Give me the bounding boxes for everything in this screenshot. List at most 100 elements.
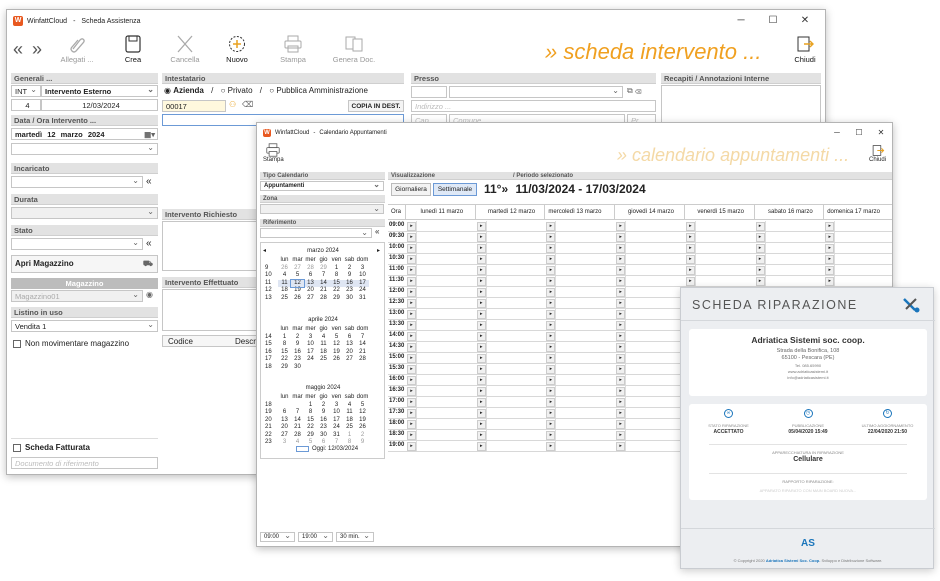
tipo-calendario-select[interactable]: Appuntamenti <box>260 180 384 191</box>
day-column-header[interactable]: venerdì 15 marzo <box>685 205 755 219</box>
day-cell[interactable]: 13 <box>304 279 317 287</box>
slot-add-button[interactable]: ▸ <box>825 233 835 242</box>
day-cell[interactable]: 9 <box>291 341 304 349</box>
day-cell[interactable]: 6 <box>343 334 356 342</box>
day-cell[interactable]: 4 <box>343 402 356 410</box>
day-cell[interactable]: 2 <box>356 432 369 440</box>
time-slot[interactable] <box>555 419 615 429</box>
zona-select[interactable] <box>260 203 384 214</box>
time-slot[interactable] <box>485 265 546 275</box>
day-cell[interactable]: 27 <box>343 356 356 364</box>
slot-add-button[interactable]: ▸ <box>407 420 416 429</box>
maximize-button[interactable]: ☐ <box>757 10 789 32</box>
time-slot[interactable] <box>416 419 476 429</box>
time-slot[interactable] <box>416 287 476 297</box>
time-slot[interactable] <box>625 342 685 352</box>
riferimento-expand-icon[interactable]: « <box>375 227 379 236</box>
slot-add-button[interactable]: ▸ <box>476 376 486 385</box>
eraser-icon[interactable]: ⌫ <box>242 100 253 109</box>
time-slot[interactable] <box>555 320 615 330</box>
day-cell[interactable]: 10 <box>304 341 317 349</box>
time-slot[interactable] <box>485 342 546 352</box>
numero-field[interactable]: 4 <box>11 99 41 111</box>
crea-button[interactable]: Crea <box>107 35 159 64</box>
slot-add-button[interactable]: ▸ <box>476 288 486 297</box>
time-slot[interactable] <box>555 309 615 319</box>
intervallo-select[interactable]: 30 min. <box>336 531 374 542</box>
time-slot[interactable] <box>694 221 755 231</box>
day-cell[interactable] <box>343 364 356 372</box>
close-window-button[interactable]: ✕ <box>789 10 821 32</box>
time-slot[interactable] <box>555 397 615 407</box>
slot-add-button[interactable]: ▸ <box>685 266 695 275</box>
time-slot[interactable] <box>485 375 546 385</box>
time-slot[interactable] <box>625 254 685 264</box>
slot-add-button[interactable]: ▸ <box>476 277 486 286</box>
time-slot[interactable] <box>834 276 892 286</box>
slot-add-button[interactable]: ▸ <box>546 288 556 297</box>
time-slot[interactable] <box>416 397 476 407</box>
incaricato-select[interactable] <box>11 175 143 188</box>
day-cell[interactable]: 5 <box>356 402 369 410</box>
allegati-button[interactable]: Allegati ... <box>51 35 103 64</box>
slot-add-button[interactable]: ▸ <box>546 409 556 418</box>
time-slot[interactable] <box>625 320 685 330</box>
back-icon[interactable]: « <box>13 39 25 59</box>
day-cell[interactable]: 7 <box>317 272 330 280</box>
slot-add-button[interactable]: ▸ <box>407 266 416 275</box>
time-slot[interactable] <box>485 441 546 451</box>
slot-add-button[interactable]: ▸ <box>407 233 416 242</box>
time-slot[interactable] <box>834 232 892 242</box>
presso-code-field[interactable] <box>411 86 447 98</box>
slot-add-button[interactable]: ▸ <box>407 431 416 440</box>
time-slot[interactable] <box>555 408 615 418</box>
time-slot[interactable] <box>694 232 755 242</box>
time-slot[interactable] <box>625 441 685 451</box>
slot-add-button[interactable]: ▸ <box>685 255 695 264</box>
day-cell[interactable]: 28 <box>304 265 317 273</box>
day-cell[interactable]: 26 <box>330 356 343 364</box>
slot-add-button[interactable]: ▸ <box>476 343 486 352</box>
time-slot[interactable] <box>625 221 685 231</box>
day-cell[interactable]: 16 <box>291 349 304 357</box>
slot-add-button[interactable]: ▸ <box>616 343 626 352</box>
day-cell[interactable]: 9 <box>343 272 356 280</box>
slot-add-button[interactable]: ▸ <box>546 354 556 363</box>
day-cell[interactable]: 29 <box>304 432 317 440</box>
slot-add-button[interactable]: ▸ <box>616 222 626 231</box>
day-cell[interactable] <box>356 364 369 372</box>
slot-add-button[interactable]: ▸ <box>407 244 416 253</box>
slot-add-button[interactable]: ▸ <box>685 222 695 231</box>
time-slot[interactable] <box>694 265 755 275</box>
day-cell[interactable]: 11 <box>278 279 291 287</box>
day-cell[interactable]: 14 <box>356 341 369 349</box>
day-cell[interactable]: 27 <box>278 432 291 440</box>
slot-add-button[interactable]: ▸ <box>616 233 626 242</box>
calendar-icon[interactable]: ▦▾ <box>144 129 155 140</box>
day-cell[interactable]: 22 <box>304 424 317 432</box>
day-cell[interactable]: 3 <box>330 402 343 410</box>
time-slot[interactable] <box>555 243 615 253</box>
slot-add-button[interactable]: ▸ <box>755 244 765 253</box>
day-cell[interactable]: 30 <box>317 432 330 440</box>
day-cell[interactable]: 27 <box>304 295 317 303</box>
time-slot[interactable] <box>416 408 476 418</box>
day-cell[interactable]: 21 <box>317 287 330 295</box>
time-slot[interactable] <box>416 221 476 231</box>
time-slot[interactable] <box>625 353 685 363</box>
day-cell[interactable]: 17 <box>304 349 317 357</box>
time-slot[interactable] <box>625 232 685 242</box>
int-code-select[interactable]: INT <box>11 84 41 97</box>
day-cell[interactable]: 5 <box>330 334 343 342</box>
time-slot[interactable] <box>416 375 476 385</box>
minimize-button[interactable]: ─ <box>725 10 757 32</box>
day-column-header[interactable]: sabato 16 marzo <box>755 205 825 219</box>
time-slot[interactable] <box>416 254 476 264</box>
day-cell[interactable]: 15 <box>330 279 343 287</box>
slot-add-button[interactable]: ▸ <box>476 233 486 242</box>
time-slot[interactable] <box>694 243 755 253</box>
day-cell[interactable]: 23 <box>343 287 356 295</box>
day-cell[interactable]: 3 <box>356 265 369 273</box>
day-cell[interactable]: 18 <box>343 417 356 425</box>
time-slot[interactable] <box>416 320 476 330</box>
